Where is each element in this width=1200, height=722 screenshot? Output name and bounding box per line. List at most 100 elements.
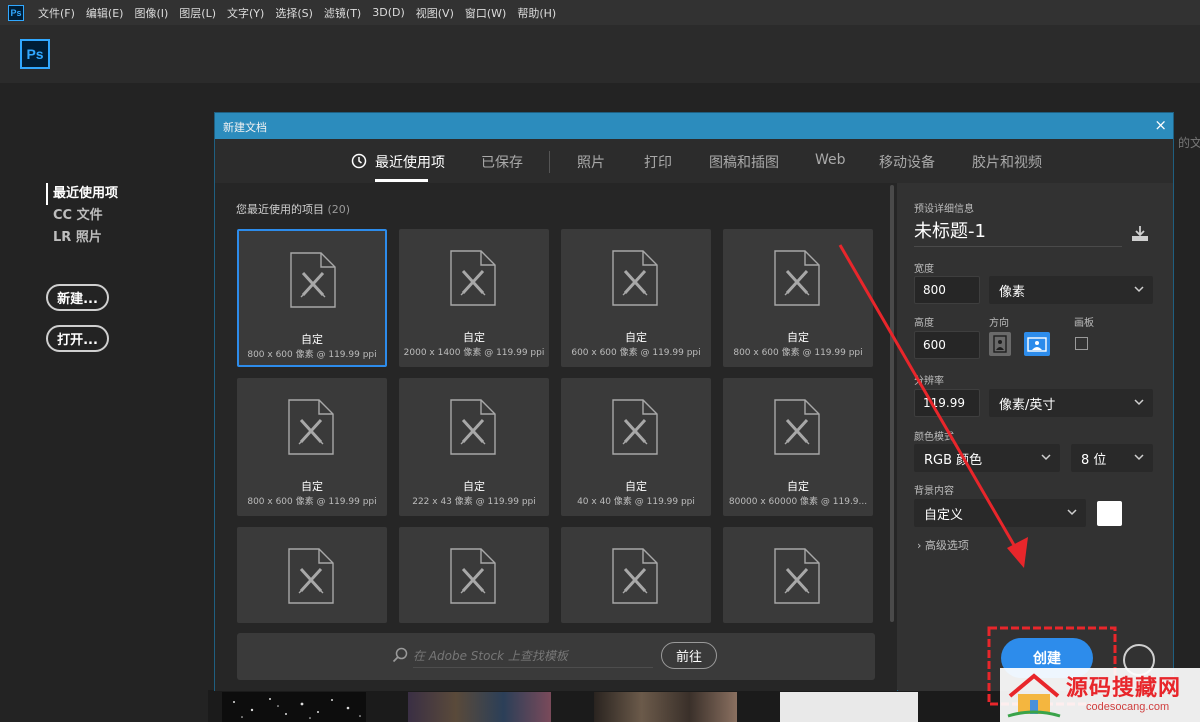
sidebar-item-cc-files[interactable]: CC 文件 (46, 205, 118, 227)
preset-card[interactable] (399, 527, 549, 623)
preset-card[interactable] (237, 527, 387, 623)
menu-select[interactable]: 选择(S) (275, 5, 313, 21)
recent-section-title: 您最近使用的项目 (236, 203, 324, 216)
tab-art-illustration[interactable]: 图稿和插图 (709, 152, 779, 172)
save-preset-icon[interactable] (1130, 225, 1150, 243)
background-label: 背景内容 (914, 486, 954, 497)
chevron-down-icon (1067, 509, 1077, 516)
watermark-url: codesocang.com (1086, 701, 1170, 713)
preset-card[interactable]: 自定 40 x 40 像素 @ 119.99 ppi (561, 378, 711, 516)
new-document-dialog: 新建文档 × 最近使用项 已保存 照片 打印 图稿和插图 Web 移动设备 胶片… (214, 112, 1174, 691)
go-button[interactable]: 前往 (661, 642, 717, 669)
document-icon (288, 548, 334, 604)
tab-recent[interactable]: 最近使用项 (375, 152, 445, 172)
chevron-right-icon: › (917, 539, 922, 552)
chevron-down-icon (1134, 399, 1144, 406)
height-label: 高度 (914, 318, 934, 329)
tab-print[interactable]: 打印 (644, 152, 672, 172)
document-icon (612, 399, 658, 455)
preset-card-title: 自定 (625, 480, 647, 493)
recent-thumbnail[interactable] (222, 692, 366, 722)
menu-image[interactable]: 图像(I) (134, 5, 168, 21)
recent-thumbnail[interactable] (408, 692, 551, 722)
document-icon (450, 548, 496, 604)
preset-card-title: 自定 (787, 480, 809, 493)
chevron-down-icon (1041, 454, 1051, 461)
preset-card-title: 自定 (625, 331, 647, 344)
preset-details-panel: 预设详细信息 未标题-1 宽度 800 像素 高度 方向 画板 600 分辨率 … (898, 183, 1173, 691)
close-icon[interactable]: × (1154, 116, 1167, 134)
background-value: 自定义 (924, 507, 964, 523)
house-logo-icon (1007, 673, 1061, 718)
advanced-options-label: 高级选项 (924, 539, 969, 552)
photoshop-logo-icon: Ps (8, 4, 24, 21)
menu-filter[interactable]: 滤镜(T) (324, 5, 361, 21)
preset-card[interactable] (561, 527, 711, 623)
orientation-label: 方向 (989, 318, 1009, 329)
background-color-swatch[interactable] (1097, 501, 1122, 526)
preset-card-size: 222 x 43 像素 @ 119.99 ppi (412, 497, 536, 507)
preset-card[interactable]: 自定 800 x 600 像素 @ 119.99 ppi (237, 378, 387, 516)
recent-thumbnail[interactable] (594, 692, 737, 722)
portrait-icon (993, 335, 1007, 353)
color-mode-select[interactable]: RGB 颜色 (914, 444, 1060, 472)
artboard-checkbox[interactable] (1075, 337, 1088, 350)
bit-depth-select[interactable]: 8 位 (1071, 444, 1153, 472)
preset-card[interactable]: 自定 600 x 600 像素 @ 119.99 ppi (561, 229, 711, 367)
resolution-input[interactable]: 119.99 (914, 389, 980, 417)
preset-card[interactable]: 自定 800 x 600 像素 @ 119.99 ppi (237, 229, 387, 367)
sidebar-item-lr-photos[interactable]: LR 照片 (46, 227, 118, 249)
menu-type[interactable]: 文字(Y) (227, 5, 264, 21)
preset-card-title: 自定 (787, 331, 809, 344)
menu-edit[interactable]: 编辑(E) (86, 5, 124, 21)
preset-card[interactable]: 自定 800 x 600 像素 @ 119.99 ppi (723, 229, 873, 367)
tab-mobile[interactable]: 移动设备 (879, 152, 935, 172)
scrollbar[interactable] (890, 185, 894, 622)
tab-saved[interactable]: 已保存 (481, 152, 523, 172)
stock-search-input[interactable] (413, 644, 653, 668)
preset-card-size: 80000 x 60000 像素 @ 119.9... (728, 497, 868, 507)
preset-card[interactable]: 自定 80000 x 60000 像素 @ 119.9... (723, 378, 873, 516)
menu-layer[interactable]: 图层(L) (179, 5, 216, 21)
width-input[interactable]: 800 (914, 276, 980, 304)
open-button[interactable]: 打开... (46, 325, 109, 352)
recent-thumbnail[interactable] (780, 692, 918, 722)
preset-card[interactable]: 自定 222 x 43 像素 @ 119.99 ppi (399, 378, 549, 516)
preset-card-title: 自定 (463, 331, 485, 344)
portrait-orientation-button[interactable] (989, 332, 1011, 356)
color-mode-label: 颜色模式 (914, 432, 954, 443)
photoshop-home-logo-icon: Ps (20, 39, 50, 69)
sidebar-item-recent[interactable]: 最近使用项 (46, 183, 118, 205)
preset-card[interactable]: 自定 2000 x 1400 像素 @ 119.99 ppi (399, 229, 549, 367)
new-button[interactable]: 新建... (46, 284, 109, 311)
document-name: 未标题-1 (914, 221, 986, 242)
document-name-field[interactable]: 未标题-1 (914, 219, 1122, 247)
advanced-options-toggle[interactable]: › 高级选项 (917, 537, 969, 553)
height-input[interactable]: 600 (914, 331, 980, 359)
menu-3d[interactable]: 3D(D) (372, 6, 405, 19)
chevron-down-icon (1134, 286, 1144, 293)
preset-card-size: 600 x 600 像素 @ 119.99 ppi (571, 348, 701, 358)
resolution-label: 分辨率 (914, 376, 944, 387)
menu-view[interactable]: 视图(V) (416, 5, 454, 21)
menu-window[interactable]: 窗口(W) (465, 5, 506, 21)
background-select[interactable]: 自定义 (914, 499, 1086, 527)
preset-card-title: 自定 (463, 480, 485, 493)
width-unit-value: 像素 (999, 284, 1026, 300)
tab-web[interactable]: Web (815, 152, 846, 168)
menu-file[interactable]: 文件(F) (38, 5, 75, 21)
resolution-unit-select[interactable]: 像素/英寸 (989, 389, 1153, 417)
tab-film-video[interactable]: 胶片和视频 (972, 152, 1042, 172)
recent-count: (20) (327, 203, 351, 216)
preset-card-size: 2000 x 1400 像素 @ 119.99 ppi (403, 348, 545, 358)
tab-divider (549, 151, 550, 173)
preset-card[interactable] (723, 527, 873, 623)
landscape-orientation-button[interactable] (1024, 332, 1050, 356)
starfield-thumbnail-image (233, 698, 361, 719)
width-unit-select[interactable]: 像素 (989, 276, 1153, 304)
menu-help[interactable]: 帮助(H) (517, 5, 556, 21)
tab-photo[interactable]: 照片 (577, 152, 605, 172)
document-icon (290, 252, 336, 308)
dialog-title: 新建文档 (223, 121, 267, 134)
resolution-unit-value: 像素/英寸 (999, 397, 1056, 413)
